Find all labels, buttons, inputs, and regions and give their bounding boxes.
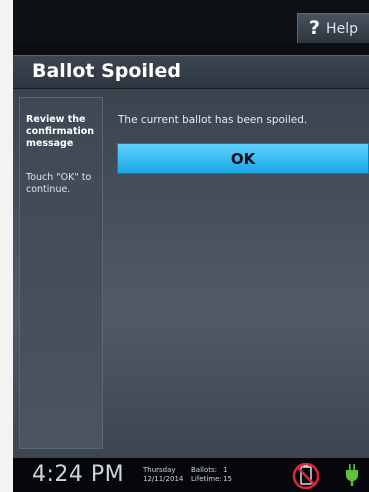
help-button[interactable]: ? Help bbox=[297, 13, 369, 43]
instruction-panel: Review the confirmation message Touch "O… bbox=[19, 97, 103, 449]
ballots-value: 1 bbox=[223, 466, 228, 474]
date-label: 12/11/2014 bbox=[143, 475, 184, 483]
lifetime-value: 15 bbox=[223, 475, 232, 483]
ballots-label: Ballots: bbox=[191, 466, 218, 474]
lifetime-label: Lifetime: bbox=[191, 475, 222, 483]
power-plug-icon bbox=[346, 464, 358, 486]
ballot-counts: Ballots: 1 Lifetime:15 bbox=[191, 466, 255, 484]
clock: 4:24 PM bbox=[32, 462, 125, 487]
voting-machine-screen: ? Help Ballot Spoiled Review the confirm… bbox=[13, 0, 369, 492]
instruction-heading: Review the confirmation message bbox=[26, 114, 95, 149]
question-icon: ? bbox=[309, 17, 321, 39]
main-content: Review the confirmation message Touch "O… bbox=[13, 89, 369, 458]
no-printer-icon bbox=[292, 462, 320, 490]
page-title: Ballot Spoiled bbox=[32, 60, 181, 82]
instruction-text: Touch "OK" to continue. bbox=[26, 172, 92, 195]
ok-button[interactable]: OK bbox=[117, 143, 369, 174]
help-label: Help bbox=[326, 20, 358, 37]
day-label: Thursday bbox=[143, 466, 176, 474]
title-bar: Ballot Spoiled bbox=[13, 55, 369, 89]
status-bar: 4:24 PM Thursday 12/11/2014 Ballots: 1 Li… bbox=[13, 458, 369, 492]
top-bar: ? Help bbox=[13, 0, 369, 44]
status-message: The current ballot has been spoiled. bbox=[118, 114, 308, 126]
date-display: Thursday 12/11/2014 bbox=[143, 466, 183, 484]
